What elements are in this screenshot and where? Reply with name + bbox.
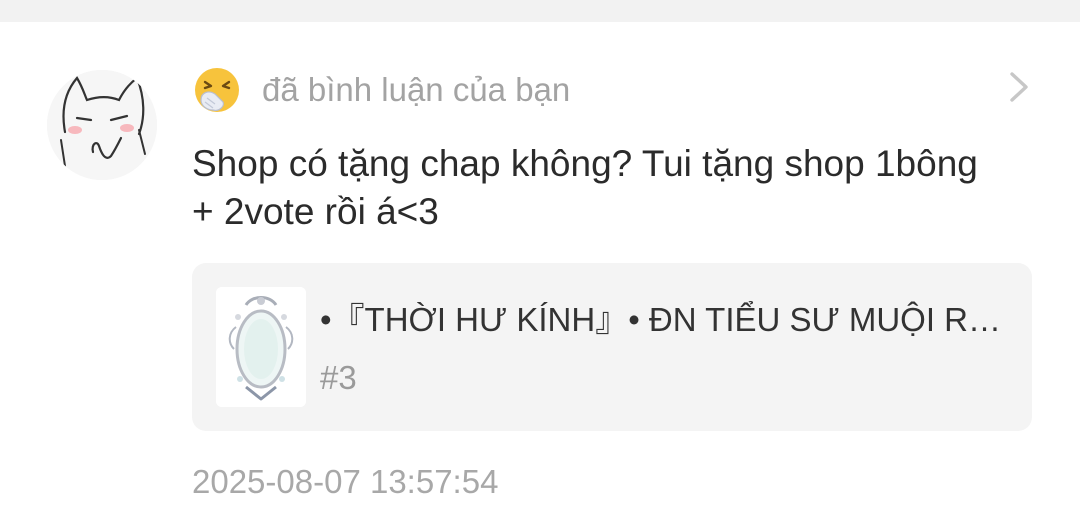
comment-notification[interactable]: đã bình luận của bạn Shop có tặng chap k… xyxy=(0,22,1080,506)
cat-sketch-avatar-icon xyxy=(47,70,157,180)
comment-timestamp: 2025-08-07 13:57:54 xyxy=(192,463,499,500)
story-chapter-number: #3 xyxy=(320,359,357,396)
top-divider-strip xyxy=(0,0,1080,22)
sneezing-face-emoji-icon xyxy=(193,66,241,114)
comment-text: Shop có tặng chap không? Tui tặng shop 1… xyxy=(192,143,978,232)
story-title: •『THỜI HƯ KÍNH』• ĐN TIỂU SƯ MUỘI RẤT KHÓ… xyxy=(320,301,1010,338)
story-card[interactable]: •『THỜI HƯ KÍNH』• ĐN TIỂU SƯ MUỘI RẤT KHÓ… xyxy=(192,263,1032,431)
ornate-mirror-icon xyxy=(216,287,306,407)
story-cover-image xyxy=(216,287,306,407)
chevron-right-icon[interactable] xyxy=(1004,70,1034,104)
user-avatar[interactable] xyxy=(47,70,157,180)
notification-action-text: đã bình luận của bạn xyxy=(262,71,571,108)
